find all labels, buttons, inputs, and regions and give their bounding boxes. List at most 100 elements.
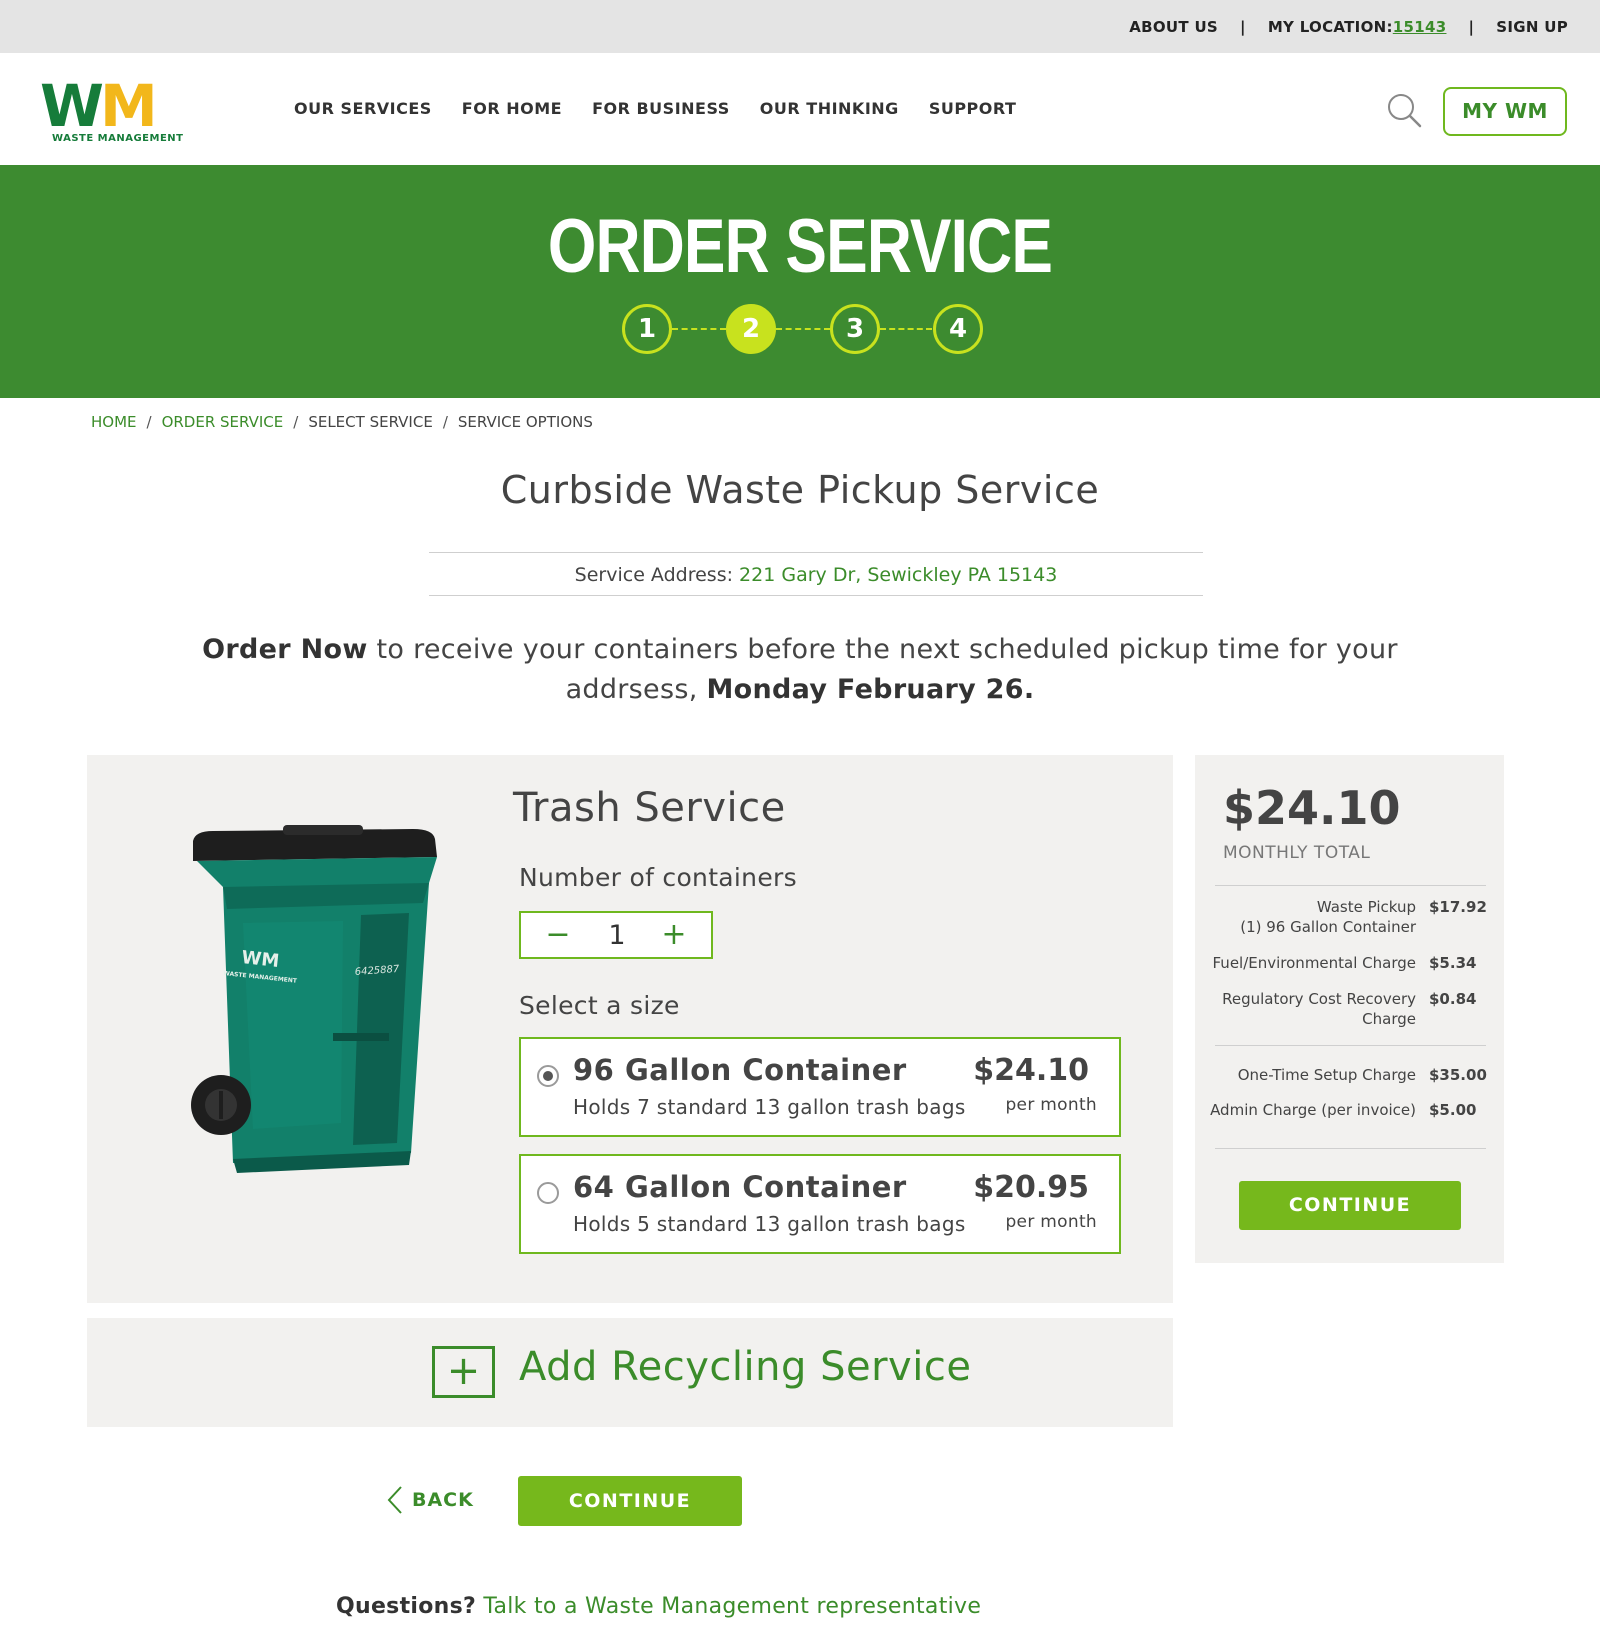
breadcrumb-separator: / bbox=[442, 413, 448, 431]
add-recycling-label[interactable]: Add Recycling Service bbox=[519, 1344, 971, 1390]
back-label: BACK bbox=[412, 1489, 474, 1511]
number-of-containers-label: Number of containers bbox=[519, 863, 797, 892]
trash-bin-image: WM WASTE MANAGEMENT 6425887 bbox=[191, 825, 437, 1173]
sign-up-link[interactable]: SIGN UP bbox=[1496, 18, 1568, 36]
main-header: WM WASTE MANAGEMENT OUR SERVICES FOR HOM… bbox=[0, 53, 1600, 165]
page-hero-title: ORDER SERVICE bbox=[547, 204, 1053, 289]
row-label: Admin Charge (per invoice) bbox=[1196, 1100, 1416, 1120]
option-name: 96 Gallon Container bbox=[573, 1053, 907, 1087]
row-amount: $0.84 bbox=[1429, 990, 1477, 1008]
row-label: Waste Pickup (1) 96 Gallon Container bbox=[1196, 897, 1416, 937]
step-connector bbox=[672, 328, 726, 330]
row-amount: $5.34 bbox=[1429, 954, 1477, 972]
summary-divider bbox=[1215, 1148, 1486, 1149]
questions-label: Questions? bbox=[336, 1594, 477, 1619]
back-button[interactable]: BACK bbox=[386, 1484, 474, 1516]
trash-service-panel: WM WASTE MANAGEMENT 6425887 Trash Servic… bbox=[87, 755, 1173, 1303]
decrease-quantity-button[interactable]: − bbox=[543, 913, 573, 957]
option-price: $20.95 bbox=[973, 1170, 1089, 1205]
row-label-line: Fuel/Environmental Charge bbox=[1212, 954, 1417, 972]
summary-continue-button[interactable]: CONTINUE bbox=[1239, 1181, 1461, 1230]
size-option-64-gallon[interactable]: 64 Gallon Container Holds 5 standard 13 … bbox=[519, 1154, 1121, 1254]
contact-representative-link[interactable]: Talk to a Waste Management representativ… bbox=[483, 1594, 981, 1619]
logo-letter-w: W bbox=[40, 72, 104, 140]
step-connector bbox=[880, 328, 932, 330]
pickup-date: Monday February 26. bbox=[706, 674, 1035, 705]
breadcrumb-home[interactable]: HOME bbox=[91, 413, 137, 431]
progress-stepper: 1 2 3 4 bbox=[622, 304, 984, 356]
summary-divider bbox=[1215, 1045, 1486, 1046]
row-label-line: One-Time Setup Charge bbox=[1237, 1066, 1416, 1084]
row-label-line: (1) 96 Gallon Container bbox=[1240, 918, 1416, 936]
utility-links: ABOUT US | MY LOCATION:15143 | SIGN UP bbox=[1129, 18, 1568, 36]
option-description: Holds 7 standard 13 gallon trash bags bbox=[573, 1095, 966, 1119]
summary-divider bbox=[1215, 885, 1486, 886]
monthly-total-amount: $24.10 bbox=[1223, 781, 1401, 835]
step-3[interactable]: 3 bbox=[830, 304, 880, 354]
utility-bar: ABOUT US | MY LOCATION:15143 | SIGN UP bbox=[0, 0, 1600, 53]
plus-icon[interactable]: + bbox=[432, 1346, 495, 1398]
radio-96-gallon[interactable] bbox=[537, 1065, 559, 1087]
logo-subtitle: WASTE MANAGEMENT bbox=[52, 133, 184, 144]
size-option-96-gallon[interactable]: 96 Gallon Container Holds 7 standard 13 … bbox=[519, 1037, 1121, 1137]
option-description: Holds 5 standard 13 gallon trash bags bbox=[573, 1212, 966, 1236]
logo-letter-m: M bbox=[99, 72, 158, 140]
nav-our-services[interactable]: OUR SERVICES bbox=[294, 99, 432, 118]
search-icon[interactable] bbox=[1386, 92, 1422, 128]
hero-banner: ORDER SERVICE 1 2 3 4 bbox=[0, 165, 1600, 398]
wm-logo[interactable]: WM WASTE MANAGEMENT bbox=[40, 77, 212, 144]
utility-separator: | bbox=[1468, 18, 1475, 36]
nav-support[interactable]: SUPPORT bbox=[929, 99, 1017, 118]
address-label: Service Address: bbox=[574, 564, 733, 586]
order-now-text: Order Now bbox=[202, 634, 368, 665]
nav-our-thinking[interactable]: OUR THINKING bbox=[760, 99, 899, 118]
step-connector bbox=[776, 328, 830, 330]
page-title: Curbside Waste Pickup Service bbox=[500, 468, 1100, 512]
nav-for-home[interactable]: FOR HOME bbox=[462, 99, 562, 118]
row-label: Fuel/Environmental Charge bbox=[1196, 953, 1417, 973]
option-name: 64 Gallon Container bbox=[573, 1170, 907, 1204]
row-label-line: Waste Pickup bbox=[1316, 898, 1416, 916]
select-size-label: Select a size bbox=[519, 991, 680, 1020]
continue-button[interactable]: CONTINUE bbox=[518, 1476, 742, 1526]
quantity-stepper: − 1 + bbox=[519, 911, 713, 959]
row-label-line: Admin Charge (per invoice) bbox=[1210, 1101, 1416, 1119]
breadcrumb-order-service[interactable]: ORDER SERVICE bbox=[162, 413, 284, 431]
chevron-left-icon bbox=[387, 1486, 402, 1514]
order-summary: $24.10 MONTHLY TOTAL Waste Pickup (1) 96 … bbox=[1195, 755, 1504, 1263]
questions-line: Questions? Talk to a Waste Management re… bbox=[336, 1594, 981, 1619]
row-label: One-Time Setup Charge bbox=[1196, 1065, 1416, 1085]
step-1[interactable]: 1 bbox=[622, 304, 672, 354]
row-amount: $17.92 bbox=[1429, 898, 1487, 916]
option-price-period: per month bbox=[1005, 1212, 1097, 1232]
step-4[interactable]: 4 bbox=[933, 304, 983, 354]
breadcrumb-service-options: SERVICE OPTIONS bbox=[457, 413, 593, 431]
row-label-line: Charge bbox=[1362, 1010, 1416, 1028]
nav-for-business[interactable]: FOR BUSINESS bbox=[592, 99, 730, 118]
my-wm-button[interactable]: MY WM bbox=[1443, 87, 1567, 136]
trash-service-title: Trash Service bbox=[513, 785, 786, 831]
about-us-link[interactable]: ABOUT US bbox=[1129, 18, 1218, 36]
service-address: Service Address: 221 Gary Dr, Sewickley … bbox=[429, 552, 1203, 596]
radio-64-gallon[interactable] bbox=[537, 1182, 559, 1204]
step-2[interactable]: 2 bbox=[726, 304, 776, 354]
increase-quantity-button[interactable]: + bbox=[659, 913, 689, 957]
row-amount: $5.00 bbox=[1429, 1101, 1477, 1119]
breadcrumb-separator: / bbox=[146, 413, 152, 431]
option-price: $24.10 bbox=[973, 1053, 1089, 1088]
logo-mark: WM bbox=[40, 77, 212, 135]
monthly-total-label: MONTHLY TOTAL bbox=[1223, 843, 1371, 863]
main-nav: OUR SERVICES FOR HOME FOR BUSINESS OUR T… bbox=[294, 99, 1016, 118]
location-label: MY LOCATION: bbox=[1267, 18, 1393, 36]
breadcrumb-separator: / bbox=[293, 413, 299, 431]
row-amount: $35.00 bbox=[1429, 1066, 1487, 1084]
my-location: MY LOCATION:15143 bbox=[1268, 18, 1447, 36]
order-message: Order Now to receive your containers bef… bbox=[200, 630, 1400, 710]
row-label: Regulatory Cost Recovery Charge bbox=[1196, 989, 1416, 1029]
row-label-line: Regulatory Cost Recovery bbox=[1222, 990, 1416, 1008]
location-zip-link[interactable]: 15143 bbox=[1393, 18, 1447, 36]
quantity-value[interactable]: 1 bbox=[599, 913, 635, 957]
add-recycling-panel[interactable]: + Add Recycling Service bbox=[87, 1318, 1173, 1427]
utility-separator: | bbox=[1240, 18, 1246, 36]
address-value: 221 Gary Dr, Sewickley PA 15143 bbox=[739, 564, 1058, 586]
